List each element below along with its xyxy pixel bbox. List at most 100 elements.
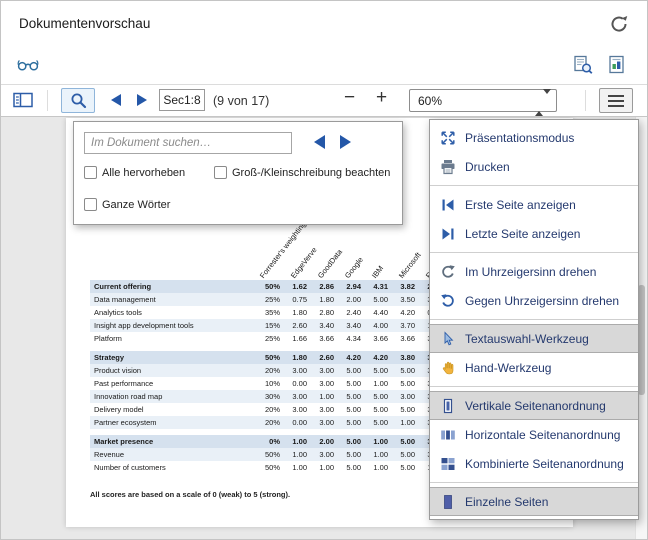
diagonal-column-header: GoodData	[316, 248, 344, 280]
spinner-up-icon[interactable]	[535, 94, 543, 116]
reading-view-button[interactable]	[17, 59, 39, 77]
page-count-label: (9 von 17)	[213, 94, 269, 108]
menu-item-text-select-tool[interactable]: Textauswahl-Werkzeug	[430, 324, 638, 353]
row-label: Revenue	[90, 448, 250, 461]
menu-item-label: Im Uhrzeigersinn drehen	[465, 265, 596, 279]
next-page-button[interactable]	[137, 94, 147, 106]
row-label: Market presence	[90, 435, 250, 448]
score-cell: 5.00	[340, 448, 367, 461]
vertical-layout-icon	[440, 398, 456, 414]
view-options-menu-button[interactable]	[599, 88, 633, 113]
zoom-out-button[interactable]: −	[344, 87, 355, 109]
spinner-down-icon[interactable]	[543, 89, 551, 111]
score-cell: 5.00	[367, 403, 394, 416]
score-cell: 5.00	[367, 416, 394, 429]
find-previous-button[interactable]	[314, 135, 325, 149]
score-cell: 1.80	[313, 293, 340, 306]
table-row: Insight app development tools15%2.603.40…	[90, 319, 448, 332]
document-image-button[interactable]	[607, 55, 627, 80]
score-cell: 1.62	[286, 280, 313, 293]
first-page-icon	[440, 197, 456, 213]
find-next-button[interactable]	[340, 135, 351, 149]
refresh-button[interactable]	[609, 14, 629, 34]
score-cell: 4.20	[367, 351, 394, 364]
search-popup: Alle hervorheben Groß-/Kleinschreibung b…	[73, 121, 403, 225]
scores-table-body: Current offering50%1.622.862.944.313.822…	[90, 280, 448, 474]
highlight-all-option[interactable]: Alle hervorheben	[84, 166, 185, 179]
zoom-in-button[interactable]: +	[376, 87, 387, 109]
score-cell: 3.66	[394, 332, 421, 345]
score-cell: 3.00	[313, 377, 340, 390]
menu-separator	[430, 482, 638, 483]
score-cell: 2.60	[286, 319, 313, 332]
diagonal-column-header: EdgeVerve	[289, 246, 319, 280]
menu-item-label: Kombinierte Seitenanordnung	[465, 457, 624, 471]
score-cell: 5.00	[367, 390, 394, 403]
score-cell: 5.00	[394, 377, 421, 390]
score-cell: 1.00	[394, 416, 421, 429]
table-row: Market presence0%1.002.005.001.005.003.0…	[90, 435, 448, 448]
menu-item-horizontal-layout[interactable]: Horizontale Seitenanordnung	[430, 420, 638, 449]
menu-item-hand-tool[interactable]: Hand-Werkzeug	[430, 353, 638, 382]
score-cell: 4.20	[340, 351, 367, 364]
menu-item-vertical-layout[interactable]: Vertikale Seitenanordnung	[430, 391, 638, 420]
score-cell: 5.00	[394, 435, 421, 448]
menu-item-combined-layout[interactable]: Kombinierte Seitenanordnung	[430, 449, 638, 478]
score-cell: 5.00	[367, 293, 394, 306]
score-cell: 5.00	[340, 364, 367, 377]
score-cell: 3.66	[367, 332, 394, 345]
table-row: Analytics tools35%1.802.802.404.404.200.…	[90, 306, 448, 319]
score-cell: 1.00	[367, 377, 394, 390]
document-area: Forrester's weightingEdgeVerveGoodDataGo…	[1, 117, 647, 539]
scrollbar-thumb[interactable]	[638, 285, 645, 395]
menu-item-presentation-mode[interactable]: Präsentationsmodus	[430, 123, 638, 152]
search-input[interactable]	[84, 132, 292, 154]
preview-zoom-button[interactable]	[573, 55, 593, 80]
highlight-all-checkbox[interactable]	[84, 166, 97, 179]
menu-item-label: Horizontale Seitenanordnung	[465, 428, 620, 442]
diagonal-column-header: IBM	[370, 264, 385, 280]
table-row: Delivery model20%3.003.005.005.005.003.0…	[90, 403, 448, 416]
menu-item-rotate-clockwise[interactable]: Im Uhrzeigersinn drehen	[430, 257, 638, 286]
row-label: Delivery model	[90, 403, 250, 416]
previous-page-button[interactable]	[111, 94, 121, 106]
score-cell: 2.60	[313, 351, 340, 364]
spinner-arrows-icon[interactable]	[535, 94, 551, 112]
toolbar-divider	[47, 90, 48, 111]
menu-item-rotate-counterclockwise[interactable]: Gegen Uhrzeigersinn drehen	[430, 286, 638, 315]
row-label: Number of customers	[90, 461, 250, 474]
score-cell: 0.00	[286, 377, 313, 390]
page-number-input[interactable]	[159, 89, 205, 111]
hand-icon	[440, 360, 456, 376]
score-cell: 50%	[250, 461, 286, 474]
menu-item-last-page[interactable]: Letzte Seite anzeigen	[430, 219, 638, 248]
zoom-level-select[interactable]: 60%	[409, 89, 557, 112]
score-cell: 4.31	[367, 280, 394, 293]
score-cell: 20%	[250, 364, 286, 377]
score-cell: 5.00	[394, 403, 421, 416]
search-button[interactable]	[61, 88, 95, 113]
score-cell: 0.00	[286, 416, 313, 429]
menu-item-print[interactable]: Drucken	[430, 152, 638, 181]
sidebar-toggle-icon	[13, 92, 33, 108]
match-case-checkbox[interactable]	[214, 166, 227, 179]
row-label: Past performance	[90, 377, 250, 390]
score-cell: 3.00	[313, 448, 340, 461]
menu-item-label: Einzelne Seiten	[465, 495, 548, 509]
menu-item-label: Drucken	[465, 160, 510, 174]
match-case-label: Groß-/Kleinschreibung beachten	[232, 167, 390, 179]
menu-item-label: Erste Seite anzeigen	[465, 198, 576, 212]
whole-words-option[interactable]: Ganze Wörter	[84, 198, 170, 211]
menu-item-first-page[interactable]: Erste Seite anzeigen	[430, 190, 638, 219]
match-case-option[interactable]: Groß-/Kleinschreibung beachten	[214, 166, 390, 179]
hamburger-icon	[608, 100, 624, 102]
search-icon	[70, 92, 87, 109]
score-cell: 3.00	[313, 416, 340, 429]
whole-words-checkbox[interactable]	[84, 198, 97, 211]
menu-item-single-pages[interactable]: Einzelne Seiten	[430, 487, 638, 516]
score-cell: 1.00	[367, 461, 394, 474]
table-row: Past performance10%0.003.005.001.005.003…	[90, 377, 448, 390]
sidebar-toggle-button[interactable]	[13, 92, 33, 113]
score-cell: 3.50	[394, 293, 421, 306]
score-cell: 5.00	[340, 461, 367, 474]
